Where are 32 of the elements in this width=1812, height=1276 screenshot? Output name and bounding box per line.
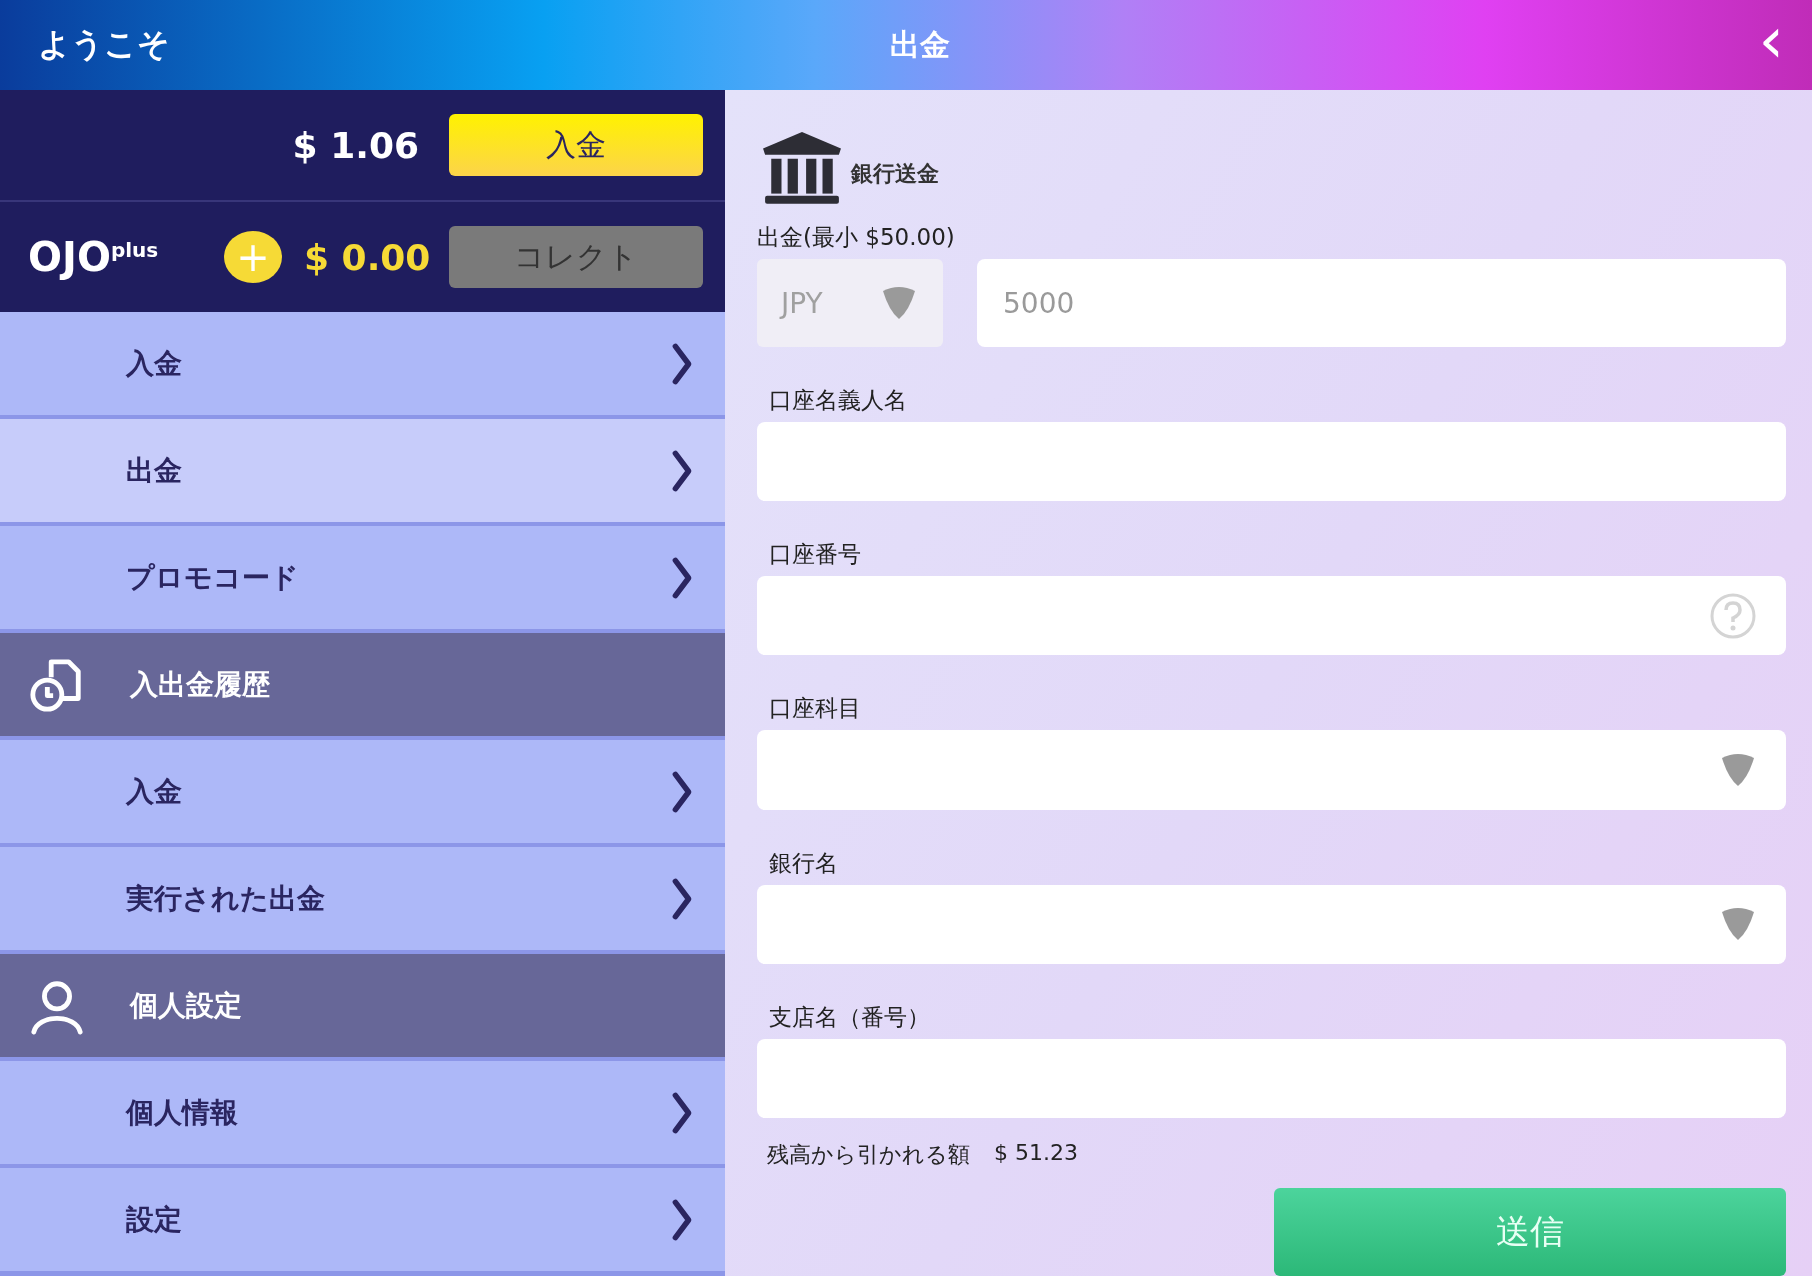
balance-amount: $ 1.06 [292,124,419,166]
text-field[interactable] [757,1038,1786,1118]
ojo-plus-logo: OJO$^{plus}$ [28,234,160,280]
deposit-button[interactable]: 入金 [449,114,703,176]
deducted-amount: $ 51.23 [994,1140,1078,1167]
text-field[interactable] [757,422,1786,502]
plus-icon: + [224,231,282,283]
deducted-label: 残高から引かれる額 [767,1141,970,1169]
section-title: 入出金履歴 [130,666,270,703]
select-field[interactable] [757,730,1786,810]
greeting: ようこそ [38,24,170,65]
field-label: 銀行名 [769,848,839,878]
page-title: 出金 [890,25,950,64]
field-label: 支店名（番号） [769,1002,931,1032]
chevron-right-icon [671,555,693,600]
back-button[interactable]: ‹ [1754,8,1788,82]
field-label: 口座番号 [769,540,862,570]
chevron-right-icon [671,769,693,814]
chevron-right-icon [671,341,693,386]
chevron-right-icon [671,1197,693,1242]
field-label: 口座科目 [769,694,862,724]
chevron-right-icon [671,1090,693,1135]
select-field[interactable] [757,884,1786,964]
field-label: 口座名義人名 [769,386,908,415]
amount-field[interactable]: 5000 [977,259,1786,347]
field-label: 出金(最小 $50.00) [757,223,956,252]
ojo-amount: $ 0.00 [304,236,432,278]
chevron-right-icon [671,876,693,921]
chevron-right-icon [671,448,693,493]
payment-method: 銀行送金 [851,160,939,188]
text-field[interactable] [757,576,1786,656]
section-title: 個人設定 [130,987,242,1024]
